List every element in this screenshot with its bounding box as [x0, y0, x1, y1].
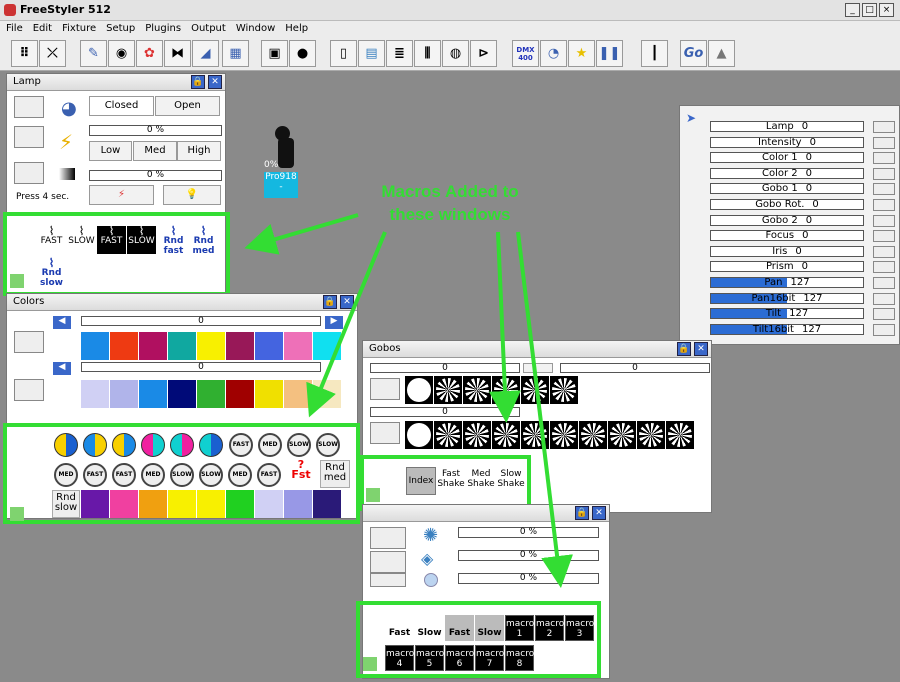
arrow-to-gobos	[488, 231, 521, 423]
annotation-text: Macros Added to these windows	[381, 182, 519, 224]
annotation-arrows	[244, 213, 574, 588]
arrow-to-effects	[516, 231, 574, 588]
arrow-to-lamp	[244, 213, 359, 255]
arrow-to-colors	[306, 231, 387, 418]
